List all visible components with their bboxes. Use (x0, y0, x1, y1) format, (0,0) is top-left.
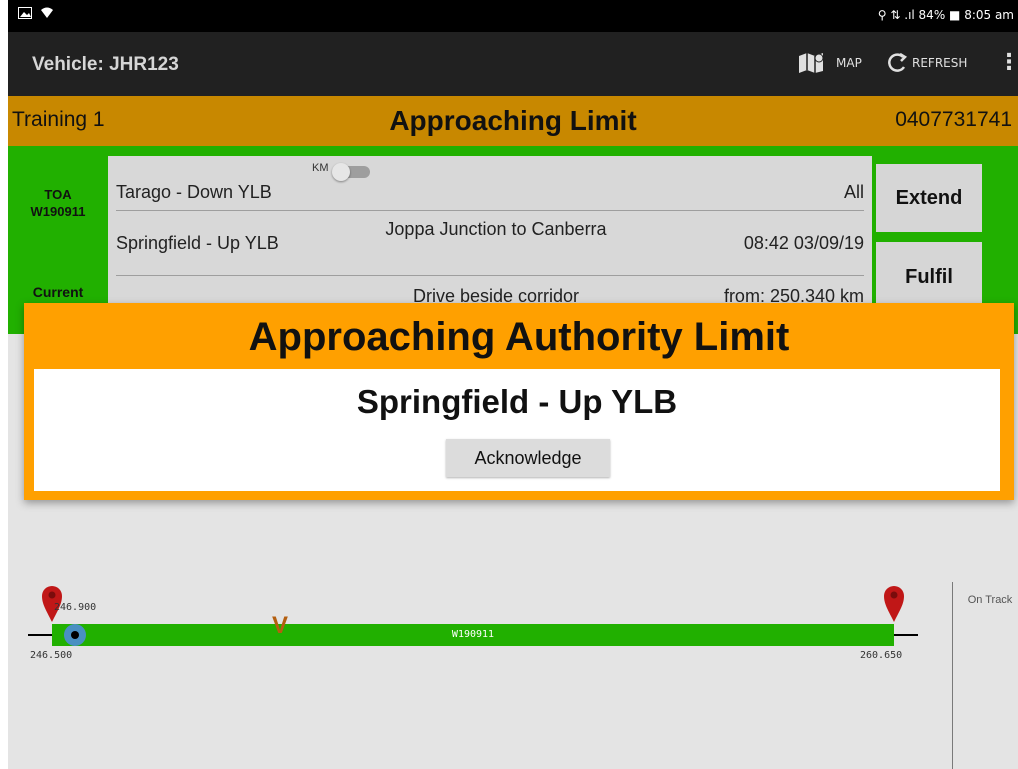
vehicle-title: Vehicle: JHR123 (32, 54, 179, 75)
row-description: Joppa Junction to Canberra (385, 219, 607, 239)
app-screen: ⚲ ⇅ .ıl 84% ■ 8:05 am Vehicle: JHR123 MA… (0, 0, 1018, 769)
refresh-button[interactable]: REFRESH (886, 52, 967, 74)
refresh-label: REFRESH (912, 56, 968, 70)
limit-dialog: Approaching Authority Limit Springfield … (24, 303, 1014, 500)
status-icons-right: ⚲ ⇅ .ıl 84% ■ 8:05 am (877, 8, 1014, 22)
map-button[interactable]: MAP (798, 52, 862, 74)
row-value: All (843, 182, 864, 202)
vehicle-position-icon (64, 624, 86, 646)
map-icon (799, 53, 824, 73)
left-edge (0, 0, 8, 769)
vehicle-position-core (71, 631, 79, 639)
status-icons-left (18, 7, 54, 19)
on-track-label: On Track (967, 594, 1013, 606)
banner-title: Approaching Limit (389, 105, 637, 136)
end-pin-icon (884, 586, 904, 622)
track-divider (952, 582, 953, 769)
toa-block: TOA W190911 (8, 186, 108, 220)
row-time: 08:42 03/09/19 (743, 233, 864, 253)
overflow-menu-icon[interactable]: ⋮ (998, 50, 1018, 75)
row-location: Springfield - Up YLB (116, 233, 279, 253)
table-row[interactable]: Tarago - Down YLB All (116, 174, 864, 211)
km-label: KM (312, 162, 329, 174)
app-bar: Vehicle: JHR123 MAP REFRESH ⋮ (8, 32, 1018, 96)
current-label: Current (32, 284, 84, 300)
start-marker-km: 246.900 (54, 602, 97, 613)
row-location: Tarago - Down YLB (116, 182, 272, 202)
dialog-title: Approaching Authority Limit (248, 315, 790, 359)
status-bar: ⚲ ⇅ .ıl 84% ■ 8:05 am (8, 0, 1018, 32)
image-notification-icon (18, 7, 32, 19)
dialog-location: Springfield - Up YLB (356, 383, 678, 420)
dialog-body: Springfield - Up YLB Acknowledge (34, 369, 1000, 491)
table-row[interactable]: Springfield - Up YLB Joppa Junction to C… (116, 211, 864, 276)
refresh-icon (888, 52, 908, 72)
phone-number: 0407731741 (895, 108, 1012, 131)
toa-id: W190911 (30, 204, 86, 219)
vehicle-marker: V (272, 612, 289, 639)
track-section-label: W190911 (451, 629, 495, 640)
alert-banner: Training 1 Approaching Limit 0407731741 (8, 96, 1018, 146)
acknowledge-button[interactable]: Acknowledge (446, 439, 610, 477)
map-label: MAP (836, 56, 862, 70)
wifi-icon (41, 7, 53, 18)
end-km: 260.650 (860, 650, 903, 661)
fulfil-button[interactable]: Fulfil (876, 242, 982, 312)
toa-label: TOA (44, 187, 72, 202)
start-km: 246.500 (30, 650, 73, 661)
extend-button[interactable]: Extend (876, 164, 982, 232)
